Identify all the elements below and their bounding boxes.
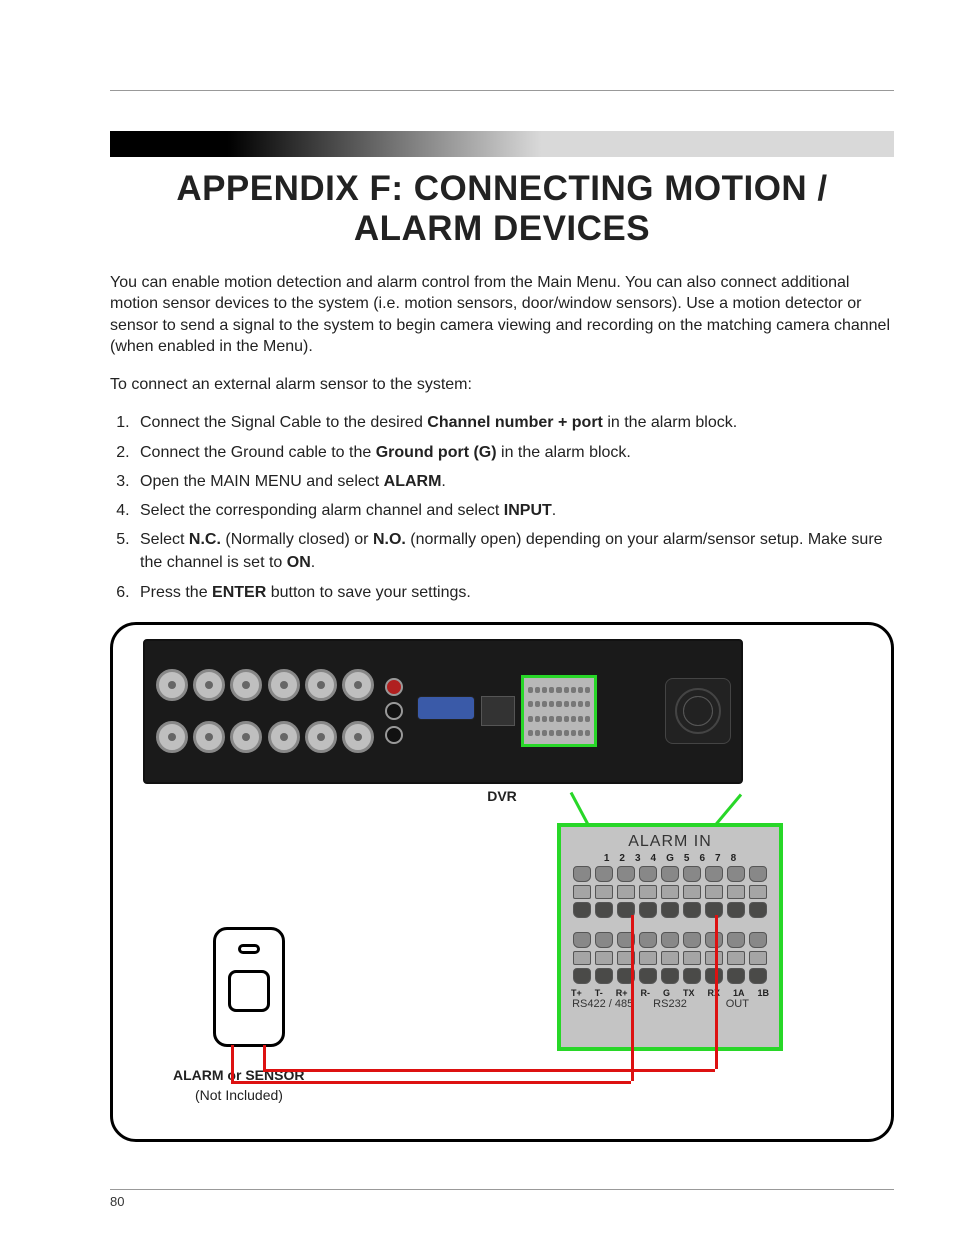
pin-r-minus: R- bbox=[640, 988, 650, 998]
page-title: APPENDIX F: CONNECTING MOTION / ALARM DE… bbox=[110, 169, 894, 250]
bnc-connector bbox=[156, 721, 188, 753]
wire-red bbox=[631, 915, 634, 1081]
num-3: 3 bbox=[635, 853, 641, 864]
step-2-bold: Ground port (G) bbox=[376, 444, 497, 461]
rca-black bbox=[385, 702, 403, 720]
bnc-connector bbox=[342, 721, 374, 753]
pin-t-minus: T- bbox=[595, 988, 603, 998]
step-5-text-b: (Normally closed) or bbox=[221, 531, 373, 548]
alarm-in-title: ALARM IN bbox=[628, 833, 712, 851]
bnc-connector bbox=[156, 669, 188, 701]
pin-tx: TX bbox=[683, 988, 695, 998]
step-3-text: Open the MAIN MENU and select bbox=[140, 473, 384, 490]
step-1-bold: Channel number + port bbox=[427, 414, 603, 431]
pin-1a: 1A bbox=[733, 988, 745, 998]
figure-box: DVR ALARM IN 1 2 3 4 G 5 6 7 8 T+ T- R+ bbox=[110, 622, 894, 1142]
step-1: Connect the Signal Cable to the desired … bbox=[134, 411, 894, 434]
step-6-tail: button to save your settings. bbox=[266, 584, 471, 601]
pin-r-plus: R+ bbox=[616, 988, 628, 998]
step-5-bold-no: N.O. bbox=[373, 531, 406, 548]
step-1-text: Connect the Signal Cable to the desired bbox=[140, 414, 427, 431]
step-3-tail: . bbox=[441, 473, 445, 490]
step-5-text-a: Select bbox=[140, 531, 189, 548]
section-rs422: RS422 / 485 bbox=[569, 998, 636, 1010]
section-rs232: RS232 bbox=[636, 998, 703, 1010]
num-4: 4 bbox=[651, 853, 657, 864]
step-4: Select the corresponding alarm channel a… bbox=[134, 499, 894, 522]
dvr-rear-panel bbox=[143, 639, 743, 784]
rca-red bbox=[385, 678, 403, 696]
vga-port bbox=[417, 696, 475, 720]
step-6-text: Press the bbox=[140, 584, 212, 601]
num-8: 8 bbox=[731, 853, 737, 864]
wire-red bbox=[263, 1069, 715, 1072]
wire-red bbox=[231, 1045, 234, 1081]
step-3-bold: ALARM bbox=[384, 473, 442, 490]
num-6: 6 bbox=[699, 853, 705, 864]
step-2-text: Connect the Ground cable to the bbox=[140, 444, 376, 461]
step-4-tail: . bbox=[552, 502, 556, 519]
bnc-connector bbox=[305, 721, 337, 753]
step-4-text: Select the corresponding alarm channel a… bbox=[140, 502, 504, 519]
num-1: 1 bbox=[604, 853, 610, 864]
wire-red bbox=[231, 1081, 631, 1084]
alarm-block-enlarged: ALARM IN 1 2 3 4 G 5 6 7 8 T+ T- R+ R- G bbox=[557, 823, 783, 1051]
bnc-connector bbox=[268, 721, 300, 753]
step-2: Connect the Ground cable to the Ground p… bbox=[134, 441, 894, 464]
bottom-pin-labels: T+ T- R+ R- G TX RX 1A 1B bbox=[569, 988, 771, 998]
alarm-block-small bbox=[521, 675, 597, 747]
terminal-rows bbox=[573, 866, 767, 984]
top-rule bbox=[110, 90, 894, 91]
step-3: Open the MAIN MENU and select ALARM. bbox=[134, 470, 894, 493]
header-gradient-bar bbox=[110, 131, 894, 157]
num-7: 7 bbox=[715, 853, 721, 864]
step-4-bold: INPUT bbox=[504, 502, 552, 519]
num-5: 5 bbox=[684, 853, 690, 864]
step-5-bold-nc: N.C. bbox=[189, 531, 221, 548]
bnc-connector bbox=[230, 721, 262, 753]
sensor-lens-icon bbox=[228, 970, 270, 1012]
page-number: 80 bbox=[110, 1189, 894, 1209]
step-6-bold: ENTER bbox=[212, 584, 266, 601]
step-6: Press the ENTER button to save your sett… bbox=[134, 581, 894, 604]
mid-ports bbox=[417, 696, 515, 726]
pin-1b: 1B bbox=[757, 988, 769, 998]
sensor-sublabel: (Not Included) bbox=[195, 1087, 283, 1103]
step-5: Select N.C. (Normally closed) or N.O. (n… bbox=[134, 528, 894, 574]
wire-red bbox=[715, 915, 718, 1069]
lead-paragraph: To connect an external alarm sensor to t… bbox=[110, 374, 894, 396]
bnc-connector bbox=[193, 669, 225, 701]
bnc-connector bbox=[230, 669, 262, 701]
num-2: 2 bbox=[619, 853, 625, 864]
step-2-tail: in the alarm block. bbox=[497, 444, 631, 461]
pin-rx: RX bbox=[707, 988, 720, 998]
step-5-tail: . bbox=[311, 554, 315, 571]
lan-port bbox=[481, 696, 515, 726]
rca-black bbox=[385, 726, 403, 744]
pin-t-plus: T+ bbox=[571, 988, 582, 998]
rca-audio-ports bbox=[385, 678, 403, 744]
bnc-connector bbox=[342, 669, 374, 701]
bnc-connector bbox=[193, 721, 225, 753]
pin-g: G bbox=[663, 988, 670, 998]
section-out: OUT bbox=[704, 998, 771, 1010]
steps-list: Connect the Signal Cable to the desired … bbox=[110, 411, 894, 603]
bottom-section-labels: RS422 / 485 RS232 OUT bbox=[569, 998, 771, 1010]
intro-paragraph: You can enable motion detection and alar… bbox=[110, 272, 894, 358]
bnc-connector-grid bbox=[155, 661, 375, 761]
dvr-label: DVR bbox=[129, 788, 875, 804]
fan-icon bbox=[665, 678, 731, 744]
step-1-tail: in the alarm block. bbox=[603, 414, 737, 431]
alarm-channel-numbers: 1 2 3 4 G 5 6 7 8 bbox=[604, 853, 736, 864]
step-5-bold-on: ON bbox=[287, 554, 311, 571]
bnc-connector bbox=[305, 669, 337, 701]
sensor-led-icon bbox=[238, 944, 260, 954]
bnc-connector bbox=[268, 669, 300, 701]
motion-sensor-icon bbox=[213, 927, 285, 1047]
wire-red bbox=[263, 1045, 266, 1069]
num-g: G bbox=[666, 853, 674, 864]
